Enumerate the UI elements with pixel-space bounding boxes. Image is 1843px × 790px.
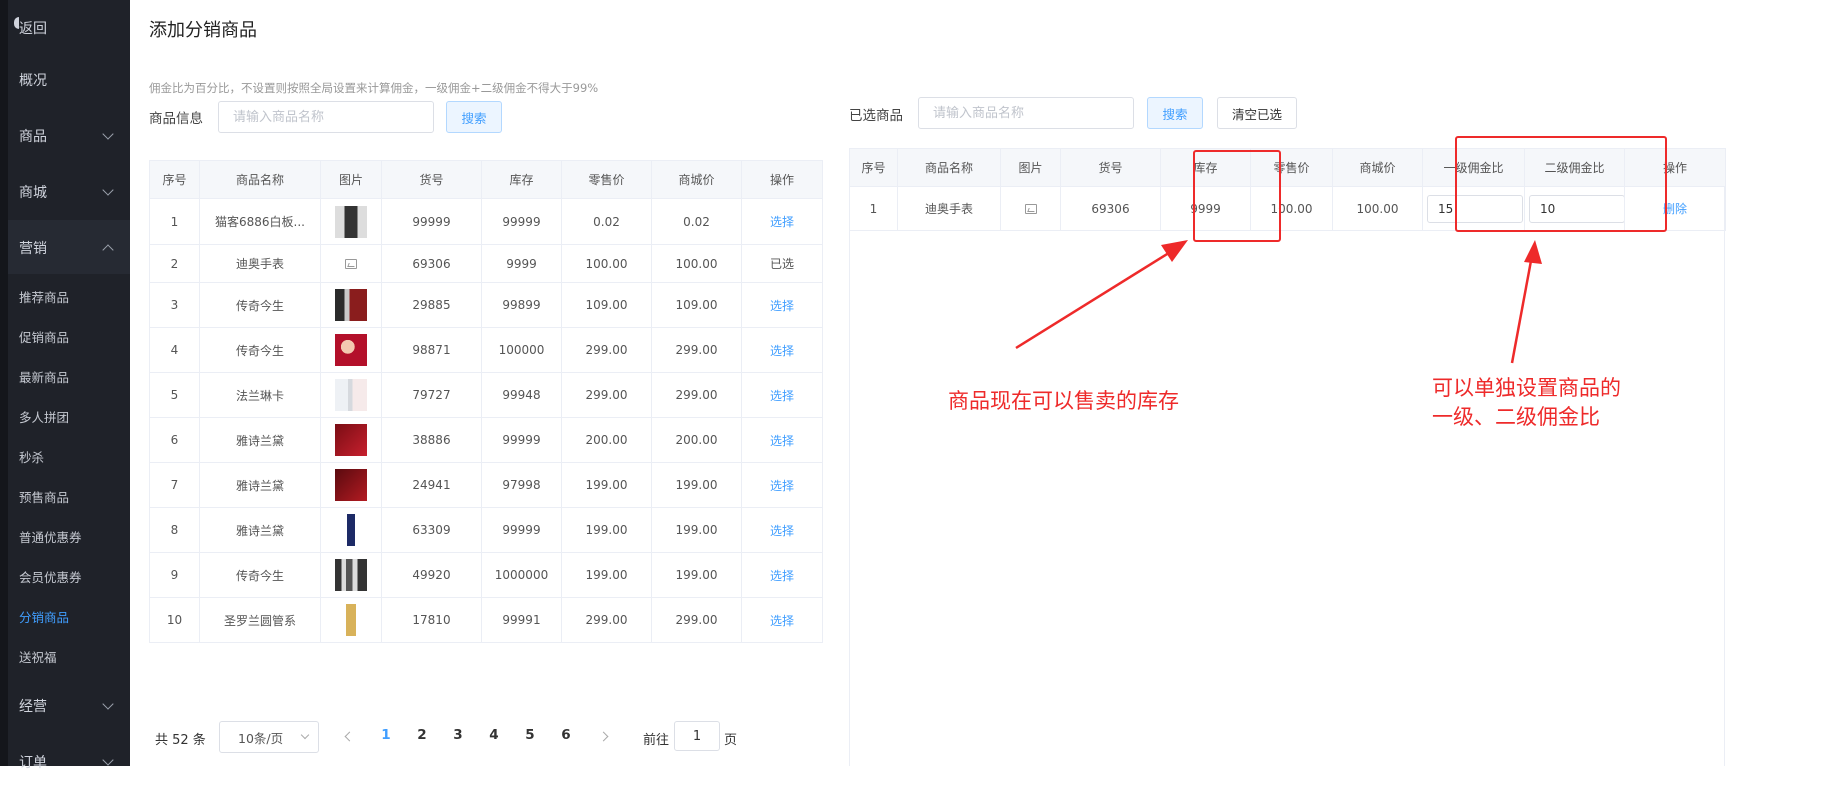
arrow-line-stock [1015,244,1181,350]
commission-annotation-line1: 可以单独设置商品的 [1432,376,1621,400]
commission-annotation-line2: 一级、二级佣金比 [1432,405,1600,429]
stock-annotation: 商品现在可以售卖的库存 [948,389,1179,413]
arrow-head-stock [1161,240,1188,262]
arrow-head-commission [1524,240,1542,264]
arrow-line-commission [1510,249,1535,364]
